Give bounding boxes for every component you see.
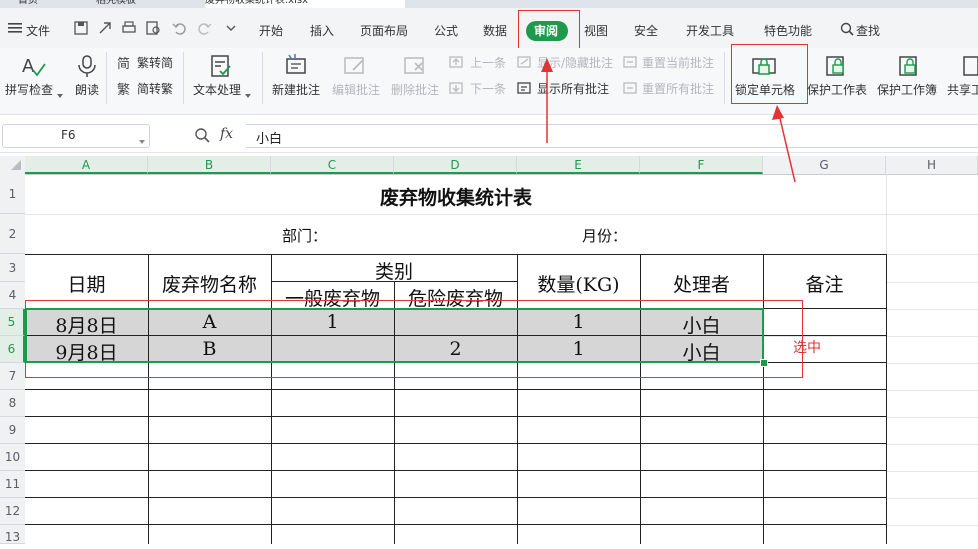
annotation-arrow-lock — [772, 105, 796, 183]
annotation-arrow-review — [541, 58, 553, 143]
annotation-arrows — [541, 58, 796, 183]
